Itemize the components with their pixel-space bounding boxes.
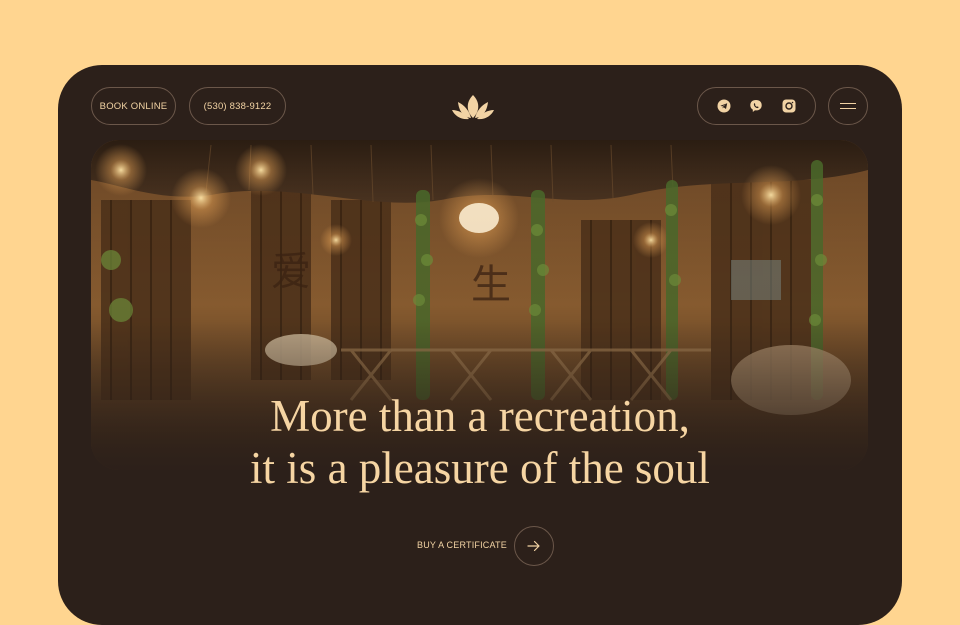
social-links [697,87,816,125]
instagram-icon[interactable] [782,99,796,113]
buy-certificate-link[interactable]: BUY A CERTIFICATE [417,540,507,550]
hero-headline-line-2: it is a pleasure of the soul [250,443,710,493]
hamburger-menu-icon[interactable] [828,87,868,125]
arrow-right-icon[interactable] [514,526,554,566]
telegram-icon[interactable] [717,99,731,113]
hero-headline-line-1: More than a recreation, [270,391,690,441]
lotus-icon[interactable] [451,93,495,121]
menu-line [840,108,856,109]
book-online-button[interactable]: BOOK ONLINE [91,87,176,125]
menu-line [840,103,856,104]
main-card: BOOK ONLINE (530) 838-9122 More than a r… [58,65,902,625]
viber-icon[interactable] [749,99,763,113]
phone-button[interactable]: (530) 838-9122 [189,87,286,125]
